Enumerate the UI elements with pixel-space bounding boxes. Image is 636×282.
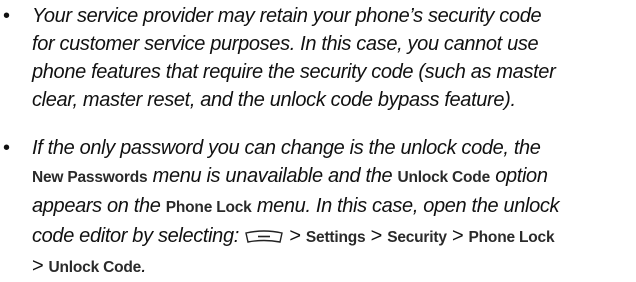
- text-line: phone features that require the security…: [32, 61, 556, 83]
- text-line: Your service provider may retain your ph…: [32, 5, 542, 27]
- text-line: If the only password you can change is t…: [32, 137, 541, 159]
- menu-name-new-passwords: New Passwords: [32, 169, 148, 186]
- text-line: code editor by selecting: > Settings > S…: [32, 225, 555, 247]
- menu-name-settings: Settings: [305, 229, 366, 246]
- menu-name-security: Security: [387, 229, 447, 246]
- bullet-text: Your service provider may retain your ph…: [32, 2, 632, 114]
- menu-name-unlock-code: Unlock Code: [48, 259, 142, 276]
- text-line: for customer service purposes. In this c…: [32, 33, 539, 55]
- menu-name-phone-lock: Phone Lock: [165, 199, 252, 216]
- bullet-marker: •: [3, 5, 11, 27]
- bullet-text: If the only password you can change is t…: [32, 134, 632, 282]
- menu-softkey-icon: [245, 230, 283, 243]
- text-line: appears on the Phone Lock menu. In this …: [32, 195, 560, 217]
- menu-name-unlock-code: Unlock Code: [397, 169, 490, 186]
- text-line: New Passwords menu is unavailable and th…: [32, 165, 548, 187]
- manual-page: • Your service provider may retain your …: [0, 0, 636, 277]
- bullet-marker: •: [3, 137, 11, 159]
- text-line: clear, master reset, and the unlock code…: [32, 89, 516, 111]
- menu-name-phone-lock: Phone Lock: [468, 229, 555, 246]
